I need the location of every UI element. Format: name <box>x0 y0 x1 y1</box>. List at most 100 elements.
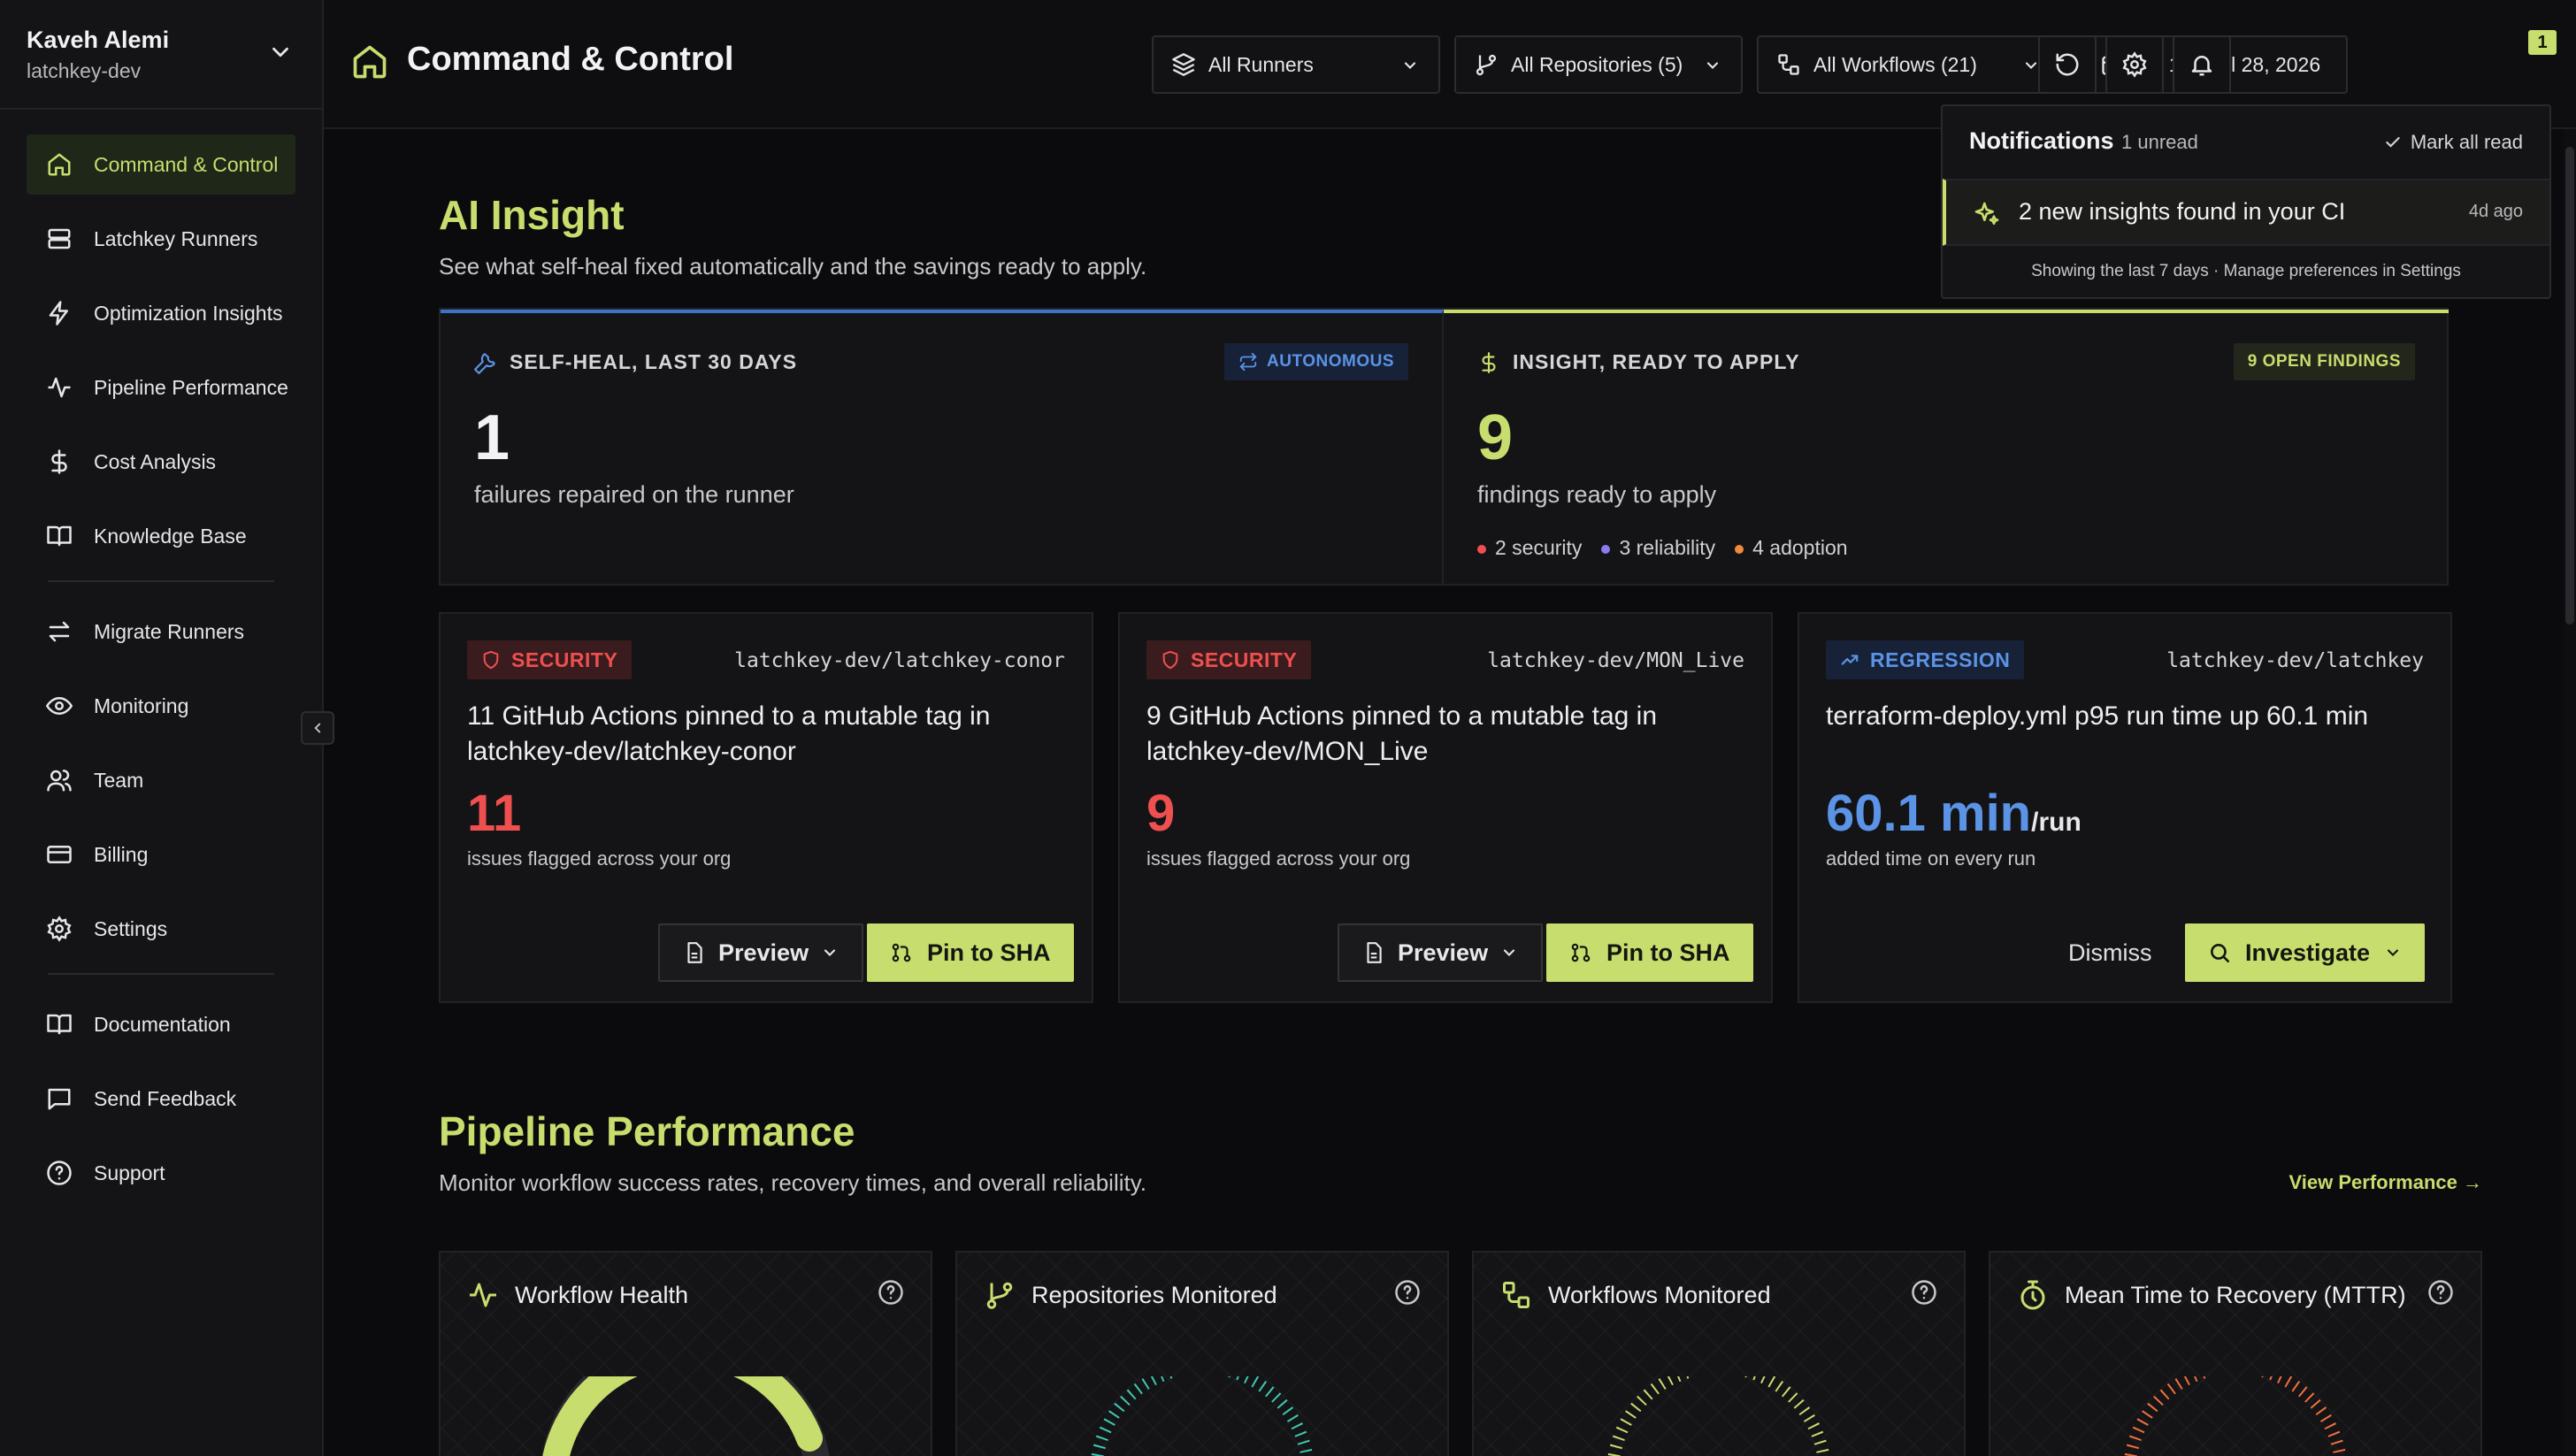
notifications-button[interactable] <box>2173 35 2231 94</box>
account-switcher[interactable]: Kaveh Alemi latchkey-dev <box>0 0 322 110</box>
repositories-filter-label: All Repositories (5) <box>1511 52 1683 76</box>
card-value: 9 <box>1146 785 1176 842</box>
sidebar-item-latchkey-runners[interactable]: Latchkey Runners <box>27 209 295 269</box>
ai-insight-title: AI Insight <box>439 192 625 238</box>
notifications-title: Notifications <box>1969 127 2114 154</box>
workflow-health-card: Workflow Health <box>439 1251 932 1456</box>
sidebar-item-label: Knowledge Base <box>94 524 247 548</box>
git-branch-icon <box>986 1282 1013 1309</box>
card-repo: latchkey-dev/latchkey <box>2166 649 2424 672</box>
workflows-filter[interactable]: All Workflows (21) <box>1757 35 2061 94</box>
self-heal-caption: SELF-HEAL, LAST 30 DAYS <box>474 350 797 374</box>
sidebar-item-label: Pipeline Performance <box>94 375 288 399</box>
dismiss-button[interactable]: Dismiss <box>2056 923 2165 982</box>
sidebar-item-pipeline-performance[interactable]: Pipeline Performance <box>27 357 295 418</box>
investigate-button[interactable]: Investigate <box>2185 923 2426 982</box>
metric-header: Mean Time to Recovery (MTTR) <box>2017 1279 2406 1311</box>
notification-count-badge: 1 <box>2528 30 2557 55</box>
security-tag: SECURITY <box>467 640 632 679</box>
sidebar-item-label: Documentation <box>94 1012 231 1036</box>
help-circle-icon[interactable] <box>2427 1279 2454 1306</box>
chevron-down-icon <box>2388 949 2399 956</box>
sidebar-item-team[interactable]: Team <box>27 750 295 810</box>
home-icon <box>353 45 387 79</box>
scrollbar-thumb[interactable] <box>2565 147 2574 625</box>
card-subtitle: added time on every run <box>1826 847 2036 870</box>
card-subtitle: issues flagged across your org <box>1146 847 1411 870</box>
credit-card-icon <box>47 846 72 863</box>
card-title: terraform-deploy.yml p95 run time up 60.… <box>1826 701 2369 731</box>
bell-icon <box>2191 56 2212 76</box>
ai-insight-summary: SELF-HEAL, LAST 30 DAYS AUTONOMOUS 1 fai… <box>439 308 2449 586</box>
card-repo: latchkey-dev/MON_Live <box>1487 649 1744 672</box>
nav-divider <box>48 973 274 975</box>
sidebar-item-command-control[interactable]: Command & Control <box>27 134 295 195</box>
insight-card: SECURITY latchkey-dev/latchkey-conor 11 … <box>439 612 1093 1003</box>
chevron-down-icon <box>1706 62 1719 69</box>
scrollbar[interactable] <box>2564 129 2576 1456</box>
pin-to-sha-button[interactable]: Pin to SHA <box>1546 923 1753 982</box>
settings-button[interactable] <box>2105 35 2164 94</box>
home-icon <box>48 153 71 176</box>
card-subtitle: issues flagged across your org <box>467 847 732 870</box>
ready-caption: INSIGHT, READY TO APPLY <box>1477 350 1800 374</box>
runners-filter[interactable]: All Runners <box>1152 35 1440 94</box>
account-name: Kaveh Alemi <box>27 27 170 53</box>
sidebar-item-label: Cost Analysis <box>94 449 217 473</box>
card-value: 11 <box>467 785 522 842</box>
search-icon <box>2211 944 2230 963</box>
refresh-button[interactable] <box>2038 35 2097 94</box>
notification-item[interactable]: 2 new insights found in your CI 4d ago <box>1943 179 2549 246</box>
sidebar-nav: Command & Control Latchkey Runners Optim… <box>0 110 322 1203</box>
notifications-footer: Showing the last 7 days · Manage prefere… <box>2031 262 2461 280</box>
view-performance-link[interactable]: View Performance → <box>2289 1171 2482 1194</box>
wrench-icon <box>474 352 495 374</box>
sidebar-item-label: Billing <box>94 842 149 866</box>
regression-tag: REGRESSION <box>1826 640 2025 679</box>
workflow-icon <box>1778 54 1799 75</box>
repositories-filter[interactable]: All Repositories (5) <box>1454 35 1743 94</box>
help-circle-icon[interactable] <box>1911 1279 1937 1306</box>
self-heal-caption-text: SELF-HEAL, LAST 30 DAYS <box>510 350 798 373</box>
mttr-gauge <box>2124 1376 2347 1456</box>
help-circle-icon[interactable] <box>878 1279 904 1306</box>
sidebar-item-knowledge-base[interactable]: Knowledge Base <box>27 506 295 566</box>
mark-all-read-button[interactable]: Mark all read <box>2384 131 2523 154</box>
shield-icon <box>483 650 499 670</box>
workflows-filter-label: All Workflows (21) <box>1813 52 1977 76</box>
sidebar-item-cost-analysis[interactable]: Cost Analysis <box>27 432 295 492</box>
sidebar-item-monitoring[interactable]: Monitoring <box>27 676 295 736</box>
git-branch-icon <box>1476 54 1497 76</box>
sidebar-item-migrate-runners[interactable]: Migrate Runners <box>27 602 295 662</box>
runners-filter-label: All Runners <box>1208 52 1314 76</box>
workflows-monitored-card: Workflows Monitored <box>1472 1251 1966 1456</box>
sidebar-item-send-feedback[interactable]: Send Feedback <box>27 1069 295 1129</box>
notification-time: 4d ago <box>2468 202 2523 221</box>
preview-button[interactable]: Preview <box>658 923 864 982</box>
file-icon <box>1367 942 1382 963</box>
chevron-down-icon <box>272 47 288 57</box>
sidebar-item-optimization-insights[interactable]: Optimization Insights <box>27 283 295 343</box>
eye-icon <box>46 696 73 716</box>
sidebar-item-label: Optimization Insights <box>94 301 283 325</box>
nav-divider <box>48 580 274 582</box>
arrows-swap-icon <box>49 621 70 642</box>
chevron-down-icon <box>2025 62 2037 69</box>
chevron-down-icon <box>1404 62 1416 69</box>
sidebar-item-support[interactable]: Support <box>27 1143 295 1203</box>
preview-button[interactable]: Preview <box>1338 923 1544 982</box>
help-circle-icon[interactable] <box>1394 1279 1421 1306</box>
security-tag: SECURITY <box>1146 640 1312 679</box>
sidebar-item-settings[interactable]: Settings <box>27 899 295 959</box>
repositories-monitored-card: Repositories Monitored <box>955 1251 1449 1456</box>
sidebar-item-label: Monitoring <box>94 694 189 717</box>
users-icon <box>47 770 72 792</box>
sidebar-item-label: Send Feedback <box>94 1086 237 1110</box>
pin-to-sha-button[interactable]: Pin to SHA <box>867 923 1074 982</box>
pipeline-performance-subtitle: Monitor workflow success rates, recovery… <box>439 1169 1147 1196</box>
sidebar-item-billing[interactable]: Billing <box>27 824 295 885</box>
sidebar-item-documentation[interactable]: Documentation <box>27 994 295 1054</box>
notifications-popover: Notifications 1 unread Mark all read 2 n… <box>1941 104 2551 299</box>
metric-header: Workflows Monitored <box>1500 1279 1771 1311</box>
breakdown-security: 2 security <box>1477 536 1582 560</box>
